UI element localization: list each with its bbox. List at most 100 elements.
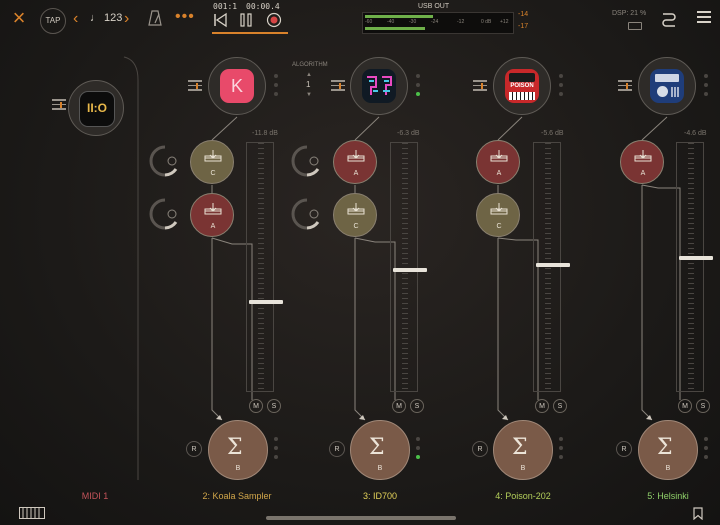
record-arm-button[interactable]: R [472, 441, 488, 457]
fx-bus-letter: A [353, 170, 359, 177]
insert-icon [490, 203, 508, 215]
solo-button[interactable]: S [267, 399, 281, 413]
channel-status-dots [704, 74, 708, 101]
fx-bus-letter: A [640, 170, 646, 177]
record-arm-button[interactable]: R [186, 441, 202, 457]
fx-slot-a[interactable]: A [190, 193, 234, 237]
fader-scale [402, 143, 408, 391]
volume-fader[interactable] [246, 142, 274, 392]
bus-status-dots [274, 437, 278, 464]
insert-icon [347, 150, 365, 162]
fx-bus-letter: A [496, 170, 502, 177]
algorithm-up-icon[interactable]: ▲ [306, 72, 312, 78]
mute-button[interactable]: M [392, 399, 406, 413]
insert-icon [347, 203, 365, 215]
volume-fader[interactable] [676, 142, 704, 392]
volume-fader[interactable] [533, 142, 561, 392]
mix-bus-letter: B [665, 465, 671, 472]
fx-slot-a[interactable]: A [476, 140, 520, 184]
sum-icon: Σ [369, 435, 385, 460]
koala-app-icon: K [220, 69, 254, 103]
fader-handle[interactable] [393, 268, 427, 272]
mute-button[interactable]: M [535, 399, 549, 413]
send-knob[interactable] [148, 144, 182, 178]
koala-sampler-node[interactable]: K [208, 57, 266, 115]
midi-app-icon: II:O [79, 91, 115, 127]
fx-slot-a[interactable]: A [620, 140, 664, 184]
algorithm-value[interactable]: 1 [306, 80, 310, 89]
fader-scale [688, 143, 694, 391]
midi-node[interactable]: II:O [68, 80, 124, 136]
fx-bus-letter: A [210, 223, 216, 230]
insert-icon [204, 203, 222, 215]
algorithm-label: ALGORITHM [292, 62, 328, 68]
fx-slot-a[interactable]: A [333, 140, 377, 184]
mix-bus-letter: B [377, 465, 383, 472]
fader-handle[interactable] [679, 256, 713, 260]
record-arm-button[interactable]: R [329, 441, 345, 457]
mute-button[interactable]: M [678, 399, 692, 413]
fx-slot-c[interactable]: C [476, 193, 520, 237]
id700-node[interactable] [350, 57, 408, 115]
sum-icon: Σ [657, 435, 673, 460]
fx-bus-letter: C [210, 170, 216, 177]
mix-bus-letter: B [235, 465, 241, 472]
fx-slot-c[interactable]: C [190, 140, 234, 184]
helsinki-logo-knob [657, 86, 668, 97]
poison-keys [509, 92, 535, 100]
insert-icon [634, 150, 652, 162]
mix-bus-letter: B [520, 465, 526, 472]
channel-menu-icon[interactable] [618, 80, 632, 92]
record-arm-button[interactable]: R [616, 441, 632, 457]
send-knob[interactable] [290, 197, 324, 231]
send-knob[interactable] [148, 197, 182, 231]
poison-app-icon: POISON [505, 69, 539, 103]
mix-bus-node[interactable]: Σ B [493, 420, 553, 480]
poison-202-node[interactable]: POISON [493, 57, 551, 115]
bus-status-dots [559, 437, 563, 464]
home-indicator [266, 516, 456, 520]
channel-name: 3: ID700 [362, 491, 398, 501]
channel-name: 5: Helsinki [647, 491, 689, 501]
channel-volume-db: -5.6 dB [541, 130, 564, 137]
channel-volume-db: -6.3 dB [397, 130, 420, 137]
bookmark-icon[interactable] [693, 507, 703, 520]
mix-bus-node[interactable]: Σ B [208, 420, 268, 480]
solo-button[interactable]: S [553, 399, 567, 413]
channel-status-dots [274, 74, 278, 101]
channel-status-dots [416, 74, 420, 101]
poison-logo-top [509, 73, 535, 82]
helsinki-logo-keys [671, 87, 680, 97]
channel-menu-icon[interactable] [331, 80, 345, 92]
helsinki-node[interactable] [638, 57, 696, 115]
helsinki-logo-display [655, 74, 679, 82]
volume-fader[interactable] [390, 142, 418, 392]
mute-button[interactable]: M [249, 399, 263, 413]
fader-handle[interactable] [249, 300, 283, 304]
channel-menu-icon[interactable] [188, 80, 202, 92]
poison-logo-text: POISON [510, 83, 534, 89]
fader-scale [545, 143, 551, 391]
channel-volume-db: -4.6 dB [684, 130, 707, 137]
channel-volume-db: -11.8 dB [252, 130, 278, 137]
fx-slot-c[interactable]: C [333, 193, 377, 237]
keyboard-icon[interactable] [19, 507, 45, 519]
solo-button[interactable]: S [410, 399, 424, 413]
algorithm-down-icon[interactable]: ▼ [306, 92, 312, 98]
mix-bus-node[interactable]: Σ B [638, 420, 698, 480]
sum-icon: Σ [512, 435, 528, 460]
midi-menu-icon[interactable] [52, 99, 66, 111]
send-knob[interactable] [290, 144, 324, 178]
id700-logo [367, 76, 392, 95]
koala-logo: K [230, 76, 243, 96]
fx-bus-letter: C [353, 223, 359, 230]
midi-channel-name: MIDI 1 [81, 491, 109, 501]
bus-status-dots [416, 437, 420, 464]
channel-menu-icon[interactable] [473, 80, 487, 92]
fx-bus-letter: C [496, 223, 502, 230]
fader-handle[interactable] [536, 263, 570, 267]
mix-bus-node[interactable]: Σ B [350, 420, 410, 480]
insert-icon [204, 150, 222, 162]
midi-app-logo: II:O [87, 101, 107, 115]
solo-button[interactable]: S [696, 399, 710, 413]
